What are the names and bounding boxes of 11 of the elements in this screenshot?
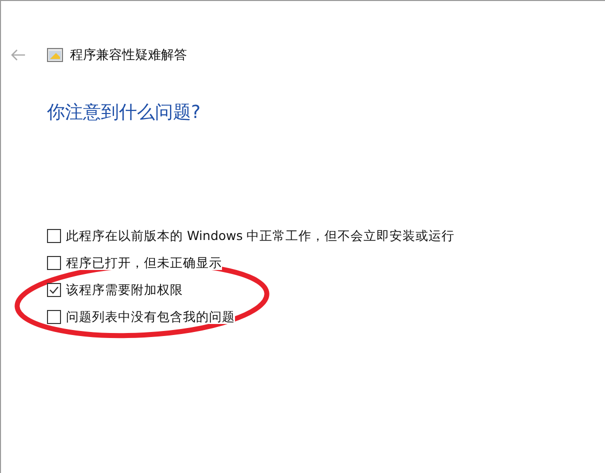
checkbox[interactable] <box>47 228 61 242</box>
option-label: 问题列表中没有包含我的问题 <box>66 309 235 324</box>
window-title: 程序兼容性疑难解答 <box>70 47 187 64</box>
page-heading: 你注意到什么问题? <box>47 101 202 124</box>
checkbox[interactable] <box>47 310 61 324</box>
option-label: 程序已打开，但未正确显示 <box>66 255 222 270</box>
option-label: 该程序需要附加权限 <box>66 282 183 297</box>
checkbox[interactable] <box>47 256 61 270</box>
option-label: 此程序在以前版本的 Windows 中正常工作，但不会立即安装或运行 <box>66 228 455 243</box>
app-window-icon <box>47 47 63 63</box>
checkbox[interactable] <box>47 282 61 296</box>
